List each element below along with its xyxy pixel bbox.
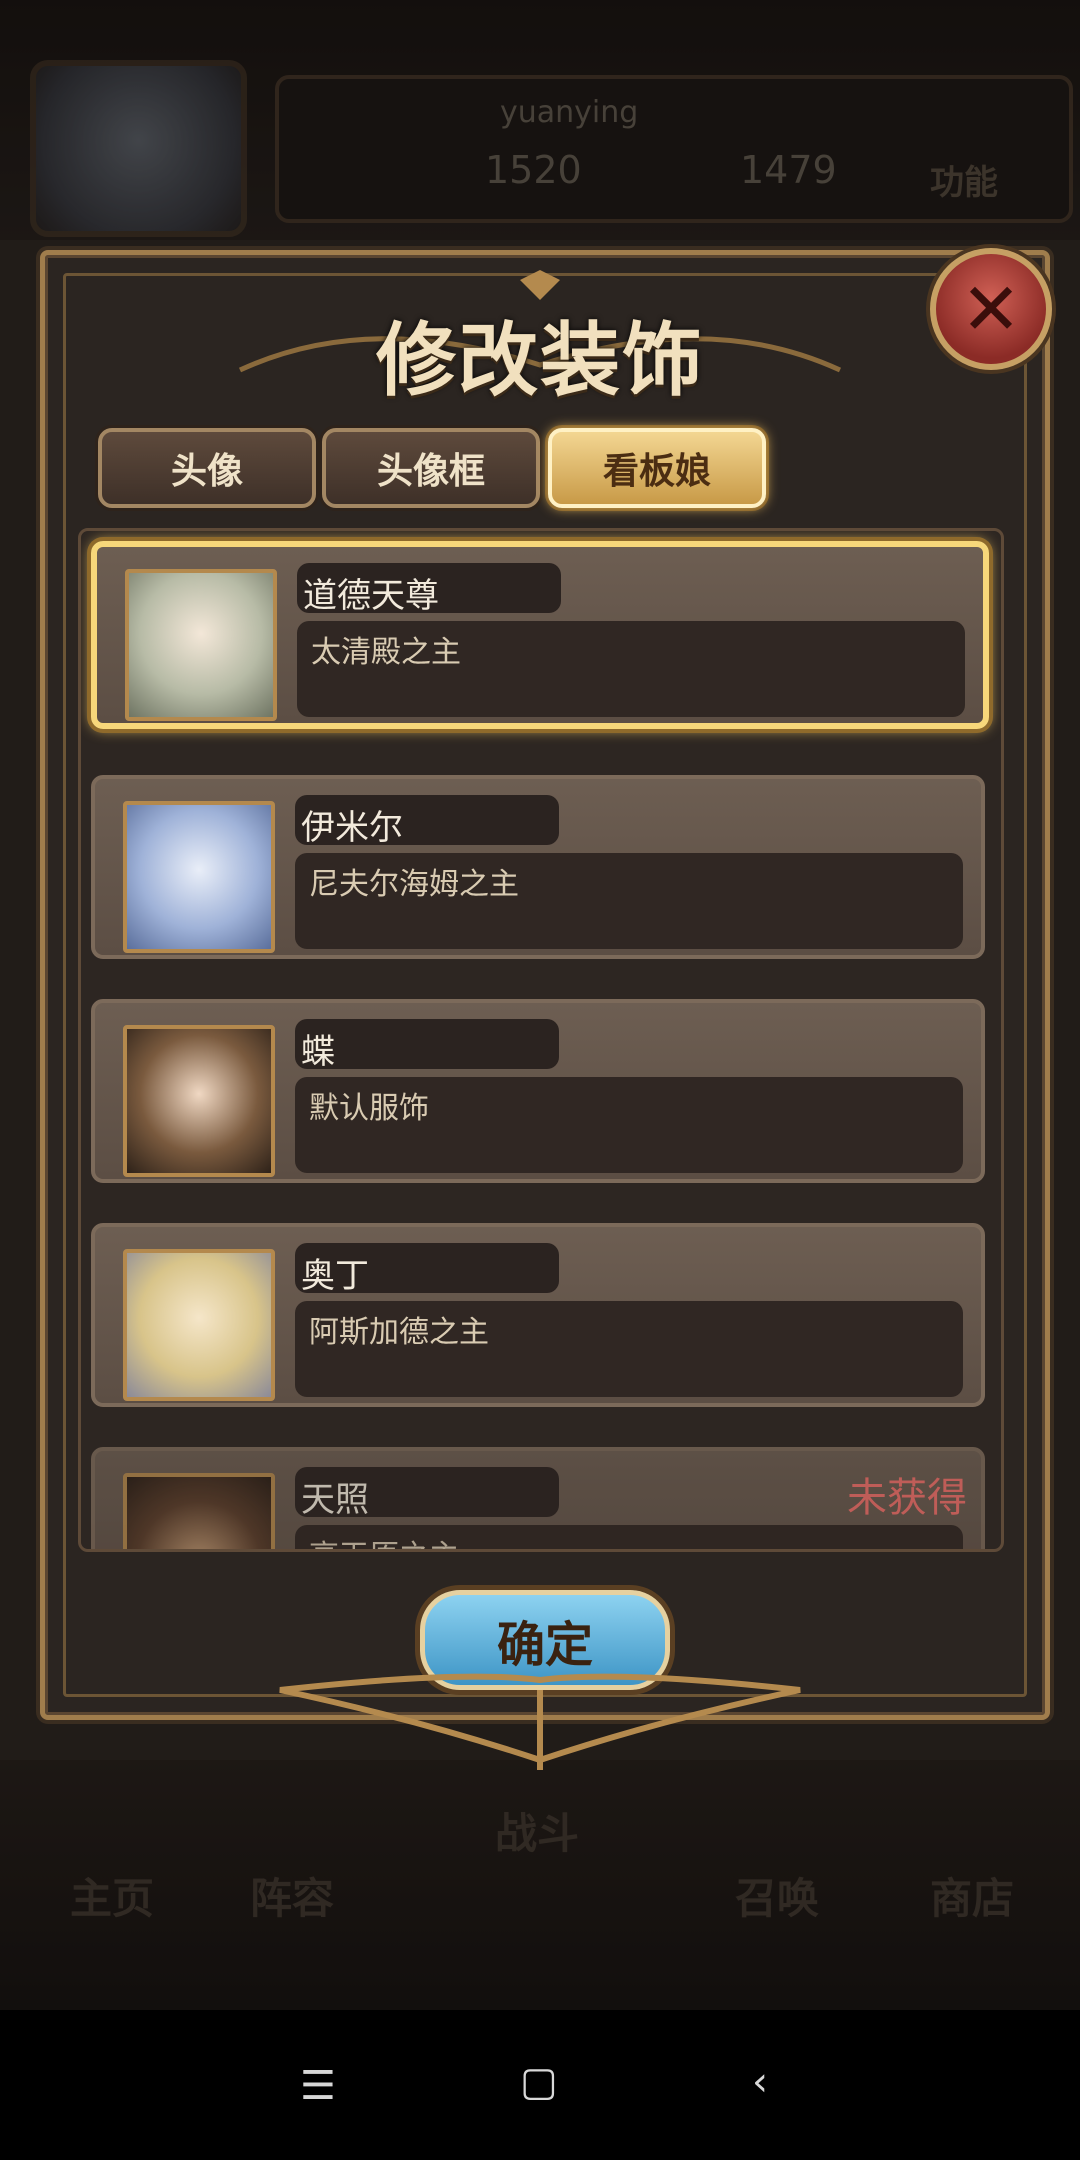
item-description: 默认服饰 — [309, 1091, 429, 1126]
item-description: 阿斯加德之主 — [309, 1315, 489, 1350]
name-box: 天照 — [295, 1467, 559, 1520]
desc-box: 默认服饰 — [295, 1077, 963, 1173]
dialog-title-banner: 修改装饰 — [220, 270, 860, 407]
tab-avatar[interactable]: 头像 — [98, 428, 316, 508]
desc-box: 阿斯加德之主 — [295, 1301, 963, 1397]
tab-mascot[interactable]: 看板娘 — [548, 428, 766, 508]
item-name: 道德天尊 — [303, 576, 439, 616]
list-item[interactable]: 道德天尊 太清殿之主 — [91, 541, 989, 729]
name-box: 奥丁 — [295, 1243, 559, 1296]
list-item[interactable]: 蝶 默认服饰 — [91, 999, 985, 1183]
name-box: 蝶 — [295, 1019, 559, 1072]
back-icon[interactable]: ‹ — [752, 2062, 768, 2102]
close-button[interactable]: ✕ — [930, 248, 1052, 370]
mascot-list[interactable]: 道德天尊 太清殿之主 伊米尔 尼夫尔海姆之主 蝶 默认服饰 奥丁 阿斯加德之主 — [78, 528, 1004, 1552]
desc-box: 高天原之主 — [295, 1525, 963, 1549]
item-name: 奥丁 — [301, 1256, 369, 1296]
dialog-title: 修改装饰 — [376, 314, 704, 407]
name-box: 伊米尔 — [295, 795, 559, 848]
desc-box: 尼夫尔海姆之主 — [295, 853, 963, 949]
item-name: 天照 — [301, 1480, 369, 1520]
portrait-image — [123, 1249, 275, 1401]
portrait-image — [125, 569, 277, 721]
item-description: 高天原之主 — [309, 1531, 459, 1549]
bottom-wing-ornament — [279, 1673, 801, 1770]
home-square-icon[interactable]: ▢ — [520, 2062, 558, 2102]
system-navigation-bar: ☰ ▢ ‹ — [0, 2010, 1080, 2160]
portrait-image — [123, 1473, 275, 1549]
list-item[interactable]: 天照 高天原之主 未获得 — [91, 1447, 985, 1549]
item-description: 尼夫尔海姆之主 — [309, 867, 519, 902]
list-item[interactable]: 伊米尔 尼夫尔海姆之主 — [91, 775, 985, 959]
desc-box: 太清殿之主 — [297, 621, 965, 717]
item-name: 蝶 — [301, 1032, 335, 1072]
item-name: 伊米尔 — [301, 808, 403, 848]
menu-icon[interactable]: ☰ — [300, 2066, 336, 2106]
portrait-image — [123, 1025, 275, 1177]
locked-status-label: 未获得 — [847, 1475, 967, 1521]
close-icon: ✕ — [960, 267, 1022, 351]
name-box: 道德天尊 — [297, 563, 561, 616]
list-item[interactable]: 奥丁 阿斯加德之主 — [91, 1223, 985, 1407]
tab-avatar-frame[interactable]: 头像框 — [322, 428, 540, 508]
portrait-image — [123, 801, 275, 953]
item-description: 太清殿之主 — [311, 635, 461, 670]
